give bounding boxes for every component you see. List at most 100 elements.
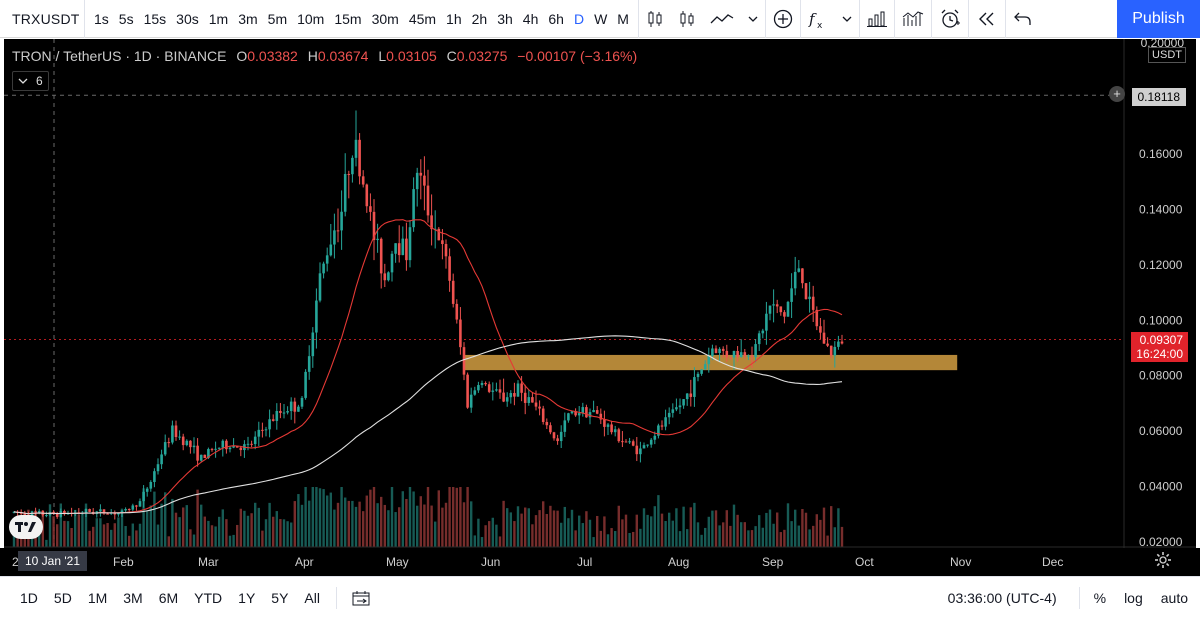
- interval-15m[interactable]: 15m: [329, 11, 366, 27]
- log-scale-toggle[interactable]: log: [1115, 590, 1152, 606]
- interval-M[interactable]: M: [612, 11, 634, 27]
- interval-1s[interactable]: 1s: [89, 11, 114, 27]
- volume-bar: [322, 489, 325, 547]
- interval-3m[interactable]: 3m: [233, 11, 262, 27]
- volume-bar: [178, 517, 181, 547]
- volume-bar: [452, 487, 455, 547]
- interval-5s[interactable]: 5s: [114, 11, 139, 27]
- candle-body: [336, 230, 340, 232]
- volume-bar: [722, 522, 725, 547]
- candle-body: [271, 419, 275, 421]
- candle-body: [729, 357, 732, 359]
- interval-30m[interactable]: 30m: [367, 11, 404, 27]
- price-chart[interactable]: 0.16000 0.14000 0.12000 0.10000 0.08000 0.060…: [4, 39, 1196, 575]
- range-All[interactable]: All: [296, 590, 328, 606]
- candle-body: [394, 243, 397, 254]
- volume-bar: [81, 511, 84, 547]
- interval-6h[interactable]: 6h: [543, 11, 569, 27]
- legend-open-label: O: [236, 48, 248, 64]
- interval-2h[interactable]: 2h: [467, 11, 493, 27]
- candle-body: [405, 238, 408, 261]
- candle-body: [736, 350, 739, 357]
- interval-15s[interactable]: 15s: [139, 11, 172, 27]
- volume-bar: [408, 487, 412, 547]
- candle-body: [678, 405, 682, 408]
- replay-icon[interactable]: [969, 0, 1005, 38]
- interval-30s[interactable]: 30s: [171, 11, 204, 27]
- volume-bar: [362, 511, 365, 547]
- range-5Y[interactable]: 5Y: [263, 590, 296, 606]
- indicators-icon[interactable]: fx: [801, 0, 835, 38]
- chevron-down-icon[interactable]: [741, 0, 765, 38]
- chart-settings-gear-icon[interactable]: [1154, 551, 1172, 574]
- timezone-clock[interactable]: 03:36:00 (UTC-4): [939, 590, 1079, 606]
- volume-bar: [110, 529, 113, 547]
- range-1M[interactable]: 1M: [80, 590, 115, 606]
- candle-body: [761, 330, 765, 334]
- candle-body: [801, 268, 804, 284]
- volume-bar: [758, 515, 761, 547]
- time-axis[interactable]: 2 10 Jan '21 Feb Mar Apr May Jun Jul Aug Sep Oct…: [0, 548, 1200, 576]
- crosshair-date-label: 10 Jan '21: [18, 551, 88, 571]
- range-5D[interactable]: 5D: [46, 590, 80, 606]
- candle-body: [833, 346, 837, 356]
- range-3M[interactable]: 3M: [115, 590, 150, 606]
- candle-body: [365, 184, 369, 207]
- candle-body: [639, 448, 642, 455]
- candle-body: [667, 412, 671, 418]
- range-6M[interactable]: 6M: [151, 590, 186, 606]
- candle-body: [541, 408, 545, 422]
- interval-W[interactable]: W: [589, 11, 612, 27]
- indicator-count: 6: [36, 74, 43, 88]
- templates-icon[interactable]: [895, 0, 931, 38]
- chevron-down-icon[interactable]: [835, 0, 859, 38]
- volume-bar: [617, 505, 620, 547]
- volume-bar: [592, 537, 595, 547]
- interval-1m[interactable]: 1m: [204, 11, 233, 27]
- interval-4h[interactable]: 4h: [518, 11, 544, 27]
- interval-45m[interactable]: 45m: [404, 11, 441, 27]
- indicators-toggle-button[interactable]: 6: [12, 71, 49, 91]
- legend-title: TRON / TetherUS · 1D · BINANCE: [12, 48, 227, 64]
- volume-bar: [477, 518, 480, 547]
- volume-bar: [419, 496, 422, 547]
- symbol-search[interactable]: TRXUSDT: [0, 11, 84, 27]
- volume-bar: [765, 512, 768, 547]
- volume-bar: [369, 489, 372, 547]
- candles-icon[interactable]: [671, 0, 703, 38]
- volume-bar: [124, 526, 127, 547]
- line-style-icon[interactable]: [703, 0, 741, 38]
- volume-bar: [804, 512, 808, 547]
- financials-icon[interactable]: [860, 0, 894, 38]
- candle-body: [671, 409, 675, 413]
- range-1Y[interactable]: 1Y: [230, 590, 263, 606]
- goto-date-icon[interactable]: [345, 579, 377, 617]
- auto-scale-toggle[interactable]: auto: [1152, 590, 1200, 606]
- undo-icon[interactable]: [1006, 0, 1040, 38]
- chart-pane[interactable]: 0.16000 0.14000 0.12000 0.10000 0.08000 0.060…: [4, 39, 1196, 575]
- interval-5m[interactable]: 5m: [263, 11, 292, 27]
- tradingview-logo[interactable]: [9, 515, 43, 539]
- volume-bar: [63, 520, 66, 547]
- range-YTD[interactable]: YTD: [186, 590, 230, 606]
- percent-scale-toggle[interactable]: %: [1080, 590, 1115, 606]
- compare-add-icon[interactable]: [766, 0, 800, 38]
- volume-bar: [329, 492, 332, 547]
- candle-body: [617, 429, 621, 442]
- candle-body: [721, 348, 725, 351]
- candle-body: [174, 425, 178, 438]
- bar-style-icon[interactable]: [639, 0, 671, 38]
- volume-bar: [639, 528, 642, 547]
- volume-bar: [491, 517, 494, 547]
- candle-body: [361, 176, 365, 185]
- publish-button[interactable]: Publish: [1117, 0, 1200, 38]
- range-1D[interactable]: 1D: [12, 590, 46, 606]
- alert-icon[interactable]: [932, 0, 968, 38]
- volume-bar: [146, 511, 149, 547]
- interval-10m[interactable]: 10m: [292, 11, 329, 27]
- add-alert-plus-icon[interactable]: +: [1109, 86, 1125, 102]
- interval-D[interactable]: D: [569, 11, 589, 27]
- interval-3h[interactable]: 3h: [492, 11, 518, 27]
- interval-1h[interactable]: 1h: [441, 11, 467, 27]
- volume-bar: [88, 530, 91, 547]
